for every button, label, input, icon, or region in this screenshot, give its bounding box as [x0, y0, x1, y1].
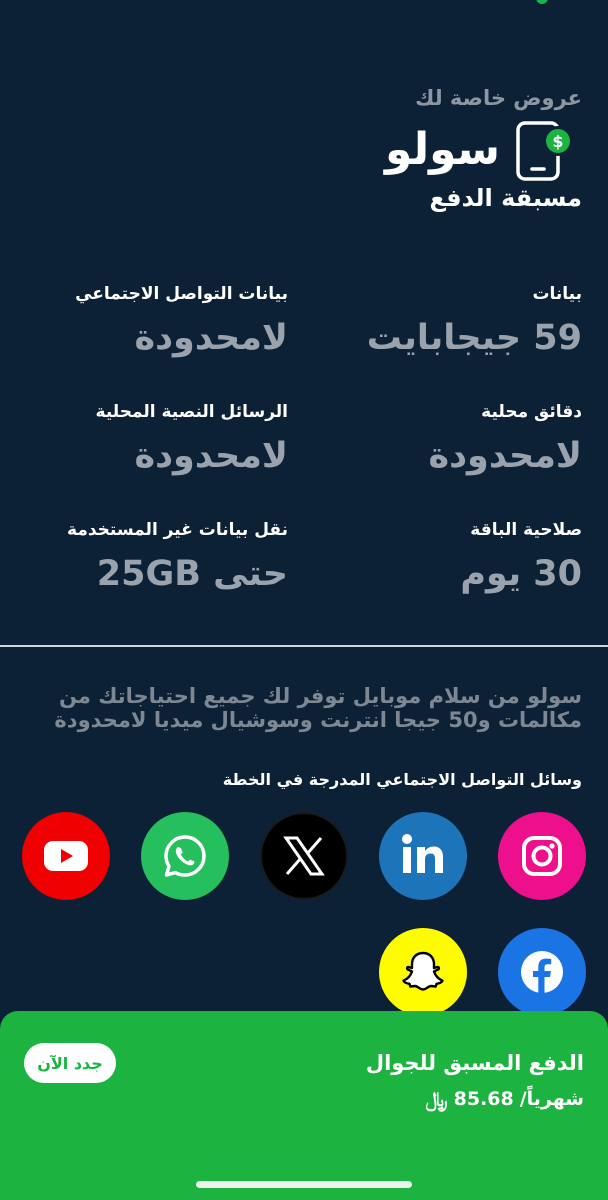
feature-label: بيانات التواصل الاجتماعي	[75, 284, 288, 304]
feature-social-data: بيانات التواصل الاجتماعي لامحدودة	[26, 284, 288, 402]
plan-type: مسبقة الدفع	[429, 184, 582, 212]
feature-value: 30 يوم	[460, 554, 582, 594]
offer-header: عروض خاصة لك $ سولو مسبقة الدفع	[42, 86, 582, 212]
section-divider	[0, 645, 608, 647]
youtube-icon	[22, 812, 110, 900]
price-value: 85.68	[453, 1088, 514, 1110]
feature-label: صلاحية الباقة	[470, 520, 582, 540]
price-row: شهرياً/ 85.68 ﷼	[425, 1087, 584, 1111]
top-indicator	[536, 0, 548, 4]
snapchat-icon	[379, 928, 467, 1016]
renew-now-button[interactable]: جدد الآن	[24, 1043, 116, 1083]
feature-label: الرسائل النصية المحلية	[95, 402, 288, 422]
brand-row: $ سولو	[42, 116, 582, 182]
social-icons-grid	[22, 812, 586, 1016]
feature-label: دقائق محلية	[481, 402, 582, 422]
svg-text:$: $	[552, 132, 563, 151]
plan-description: سولو من سلام موبايل توفر لك جميع احتياجا…	[54, 684, 582, 732]
feature-validity: صلاحية الباقة 30 يوم	[320, 520, 582, 638]
feature-data-rollover: نقل بيانات غير المستخدمة حتى 25GB	[26, 520, 288, 638]
feature-value: 59 جيجابايت	[366, 318, 582, 358]
feature-value: لامحدودة	[134, 318, 288, 358]
feature-local-minutes: دقائق محلية لامحدودة	[320, 402, 582, 520]
price-period: شهرياً/	[519, 1088, 584, 1110]
facebook-icon	[498, 928, 586, 1016]
feature-value: لامحدودة	[428, 436, 582, 476]
feature-data: بيانات 59 جيجابايت	[320, 284, 582, 402]
feature-label: نقل بيانات غير المستخدمة	[67, 520, 288, 540]
feature-label: بيانات	[532, 284, 582, 304]
phone-dollar-icon: $	[514, 117, 576, 181]
bottom-purchase-bar: الدفع المسبق للجوال شهرياً/ 85.68 ﷼ جدد …	[0, 1011, 608, 1200]
feature-local-sms: الرسائل النصية المحلية لامحدودة	[26, 402, 288, 520]
linkedin-icon	[379, 812, 467, 900]
riyal-icon: ﷼	[425, 1087, 448, 1111]
instagram-icon	[498, 812, 586, 900]
features-grid: بيانات 59 جيجابايت بيانات التواصل الاجتم…	[26, 284, 582, 638]
home-indicator[interactable]	[196, 1181, 412, 1188]
special-offers-label: عروض خاصة لك	[415, 86, 582, 110]
brand-name: سولو	[385, 123, 500, 175]
feature-value: حتى 25GB	[96, 554, 288, 594]
bottom-plan-name: الدفع المسبق للجوال	[365, 1051, 584, 1075]
x-icon	[260, 812, 348, 900]
social-media-title: وسائل التواصل الاجتماعي المدرجة في الخطة	[222, 770, 582, 789]
feature-value: لامحدودة	[134, 436, 288, 476]
whatsapp-icon	[141, 812, 229, 900]
